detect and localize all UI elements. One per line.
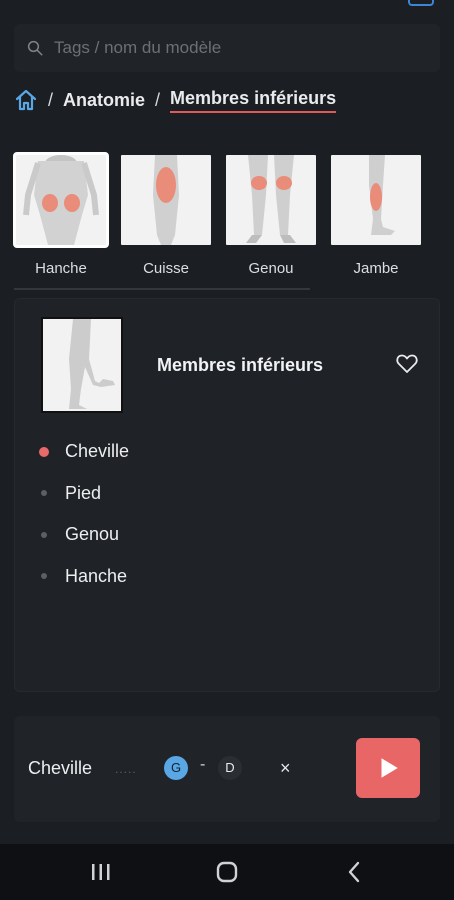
bullet-dot xyxy=(41,490,47,497)
breadcrumb-anatomie[interactable]: Anatomie xyxy=(63,90,145,111)
left-side-toggle[interactable]: G xyxy=(164,756,188,780)
list-item-label: Genou xyxy=(65,524,120,545)
home-button-icon[interactable] xyxy=(215,860,239,884)
close-icon[interactable]: × xyxy=(280,758,291,779)
active-dot xyxy=(39,446,49,457)
list-item-genou[interactable]: Genou xyxy=(39,514,129,556)
right-side-toggle[interactable]: D xyxy=(218,756,242,780)
player-name: Cheville xyxy=(28,758,93,778)
category-thumbnails: Hanche Cuisse Genou Jambe xyxy=(0,152,454,282)
thumbnail-jambe[interactable]: Jambe xyxy=(328,152,424,277)
thumbnail-label: Cuisse xyxy=(143,260,189,277)
top-right-icon[interactable] xyxy=(408,0,434,6)
thumbnail-label: Hanche xyxy=(35,260,87,277)
play-button[interactable] xyxy=(356,738,420,798)
body-part-list: Cheville Pied Genou Hanche xyxy=(39,431,129,597)
thumbnail-cuisse[interactable]: Cuisse xyxy=(118,152,214,277)
list-item-pied[interactable]: Pied xyxy=(39,473,129,515)
breadcrumb-current: Membres inférieurs xyxy=(170,88,337,113)
search-input[interactable] xyxy=(54,38,414,58)
thumbnail-genou[interactable]: Genou xyxy=(223,152,319,277)
home-icon[interactable] xyxy=(14,89,38,111)
card-title: Membres inférieurs xyxy=(157,355,324,375)
search-icon xyxy=(27,40,43,56)
breadcrumb: / Anatomie / Membres inférieurs xyxy=(14,86,337,114)
thumbnail-label: Genou xyxy=(248,260,294,277)
search-bar[interactable] xyxy=(14,24,440,72)
list-item-hanche[interactable]: Hanche xyxy=(39,556,129,598)
back-icon[interactable] xyxy=(344,860,364,884)
leg-image xyxy=(328,152,424,248)
breadcrumb-separator: / xyxy=(155,89,161,110)
android-nav-bar xyxy=(0,844,454,900)
thumbnail-divider xyxy=(14,288,310,290)
model-image xyxy=(41,317,123,413)
side-separator: - xyxy=(200,756,206,773)
play-icon xyxy=(381,758,398,778)
breadcrumb-separator: / xyxy=(48,89,54,110)
player-bar: Cheville ..... G - D × xyxy=(14,716,440,822)
hip-image xyxy=(13,152,109,248)
model-card: Membres inférieurs Cheville Pied Genou H… xyxy=(14,298,440,692)
list-item-label: Hanche xyxy=(65,565,128,586)
dotted-leader: ..... xyxy=(115,762,137,776)
list-item-cheville[interactable]: Cheville xyxy=(39,431,129,473)
thumbnail-label: Jambe xyxy=(353,260,399,277)
thumbnail-hanche[interactable]: Hanche xyxy=(13,152,109,277)
thigh-image xyxy=(118,152,214,248)
list-item-label: Pied xyxy=(65,482,102,503)
bullet-dot xyxy=(41,573,47,580)
bullet-dot xyxy=(41,531,47,538)
heart-icon[interactable] xyxy=(395,351,419,375)
list-item-label: Cheville xyxy=(65,441,130,462)
knee-image xyxy=(223,152,319,248)
recent-apps-icon[interactable] xyxy=(90,860,112,884)
